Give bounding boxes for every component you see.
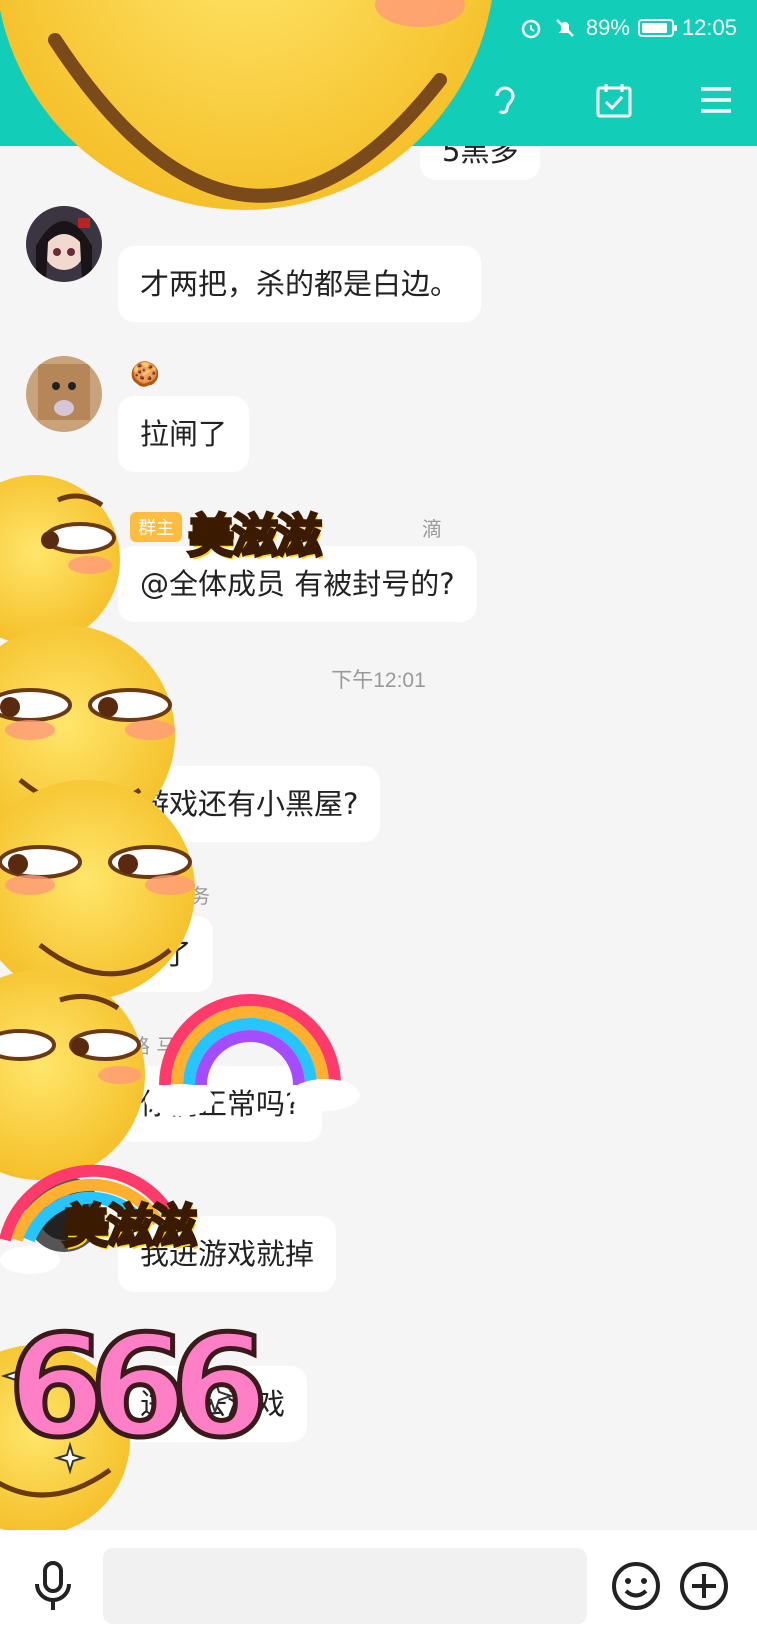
message-bubble[interactable]: 你们正常吗? [118, 1066, 323, 1142]
message-bubble[interactable]: G了 [118, 916, 214, 992]
ear-icon[interactable] [482, 78, 526, 122]
emoji-icon[interactable] [610, 1560, 662, 1612]
calendar-check-icon[interactable] [592, 78, 636, 122]
owner-badge: 群主 [130, 512, 182, 542]
six-six-six-sticker: 666 [5, 1306, 270, 1469]
alarm-icon [518, 15, 544, 41]
message-input[interactable] [103, 1548, 587, 1624]
mute-icon [552, 15, 578, 41]
clock: 12:05 [681, 15, 737, 40]
battery-percent: 89% [585, 15, 630, 40]
menu-icon[interactable] [694, 78, 738, 122]
message-bubble[interactable]: 才两把，杀的都是白边。 [118, 246, 482, 322]
message-bubble[interactable]: 5黑多 [420, 146, 541, 180]
battery-icon [637, 19, 677, 37]
status-bar: 89% 12:05 [518, 10, 737, 46]
message-bubble[interactable]: 拉闸了 [118, 396, 250, 472]
sender-name-text: 滴 [422, 516, 442, 541]
meizizi-sticker: 美滋滋 [187, 508, 324, 565]
timestamp: 下午12:01 [331, 669, 426, 692]
microphone-icon[interactable] [30, 1560, 76, 1612]
avatar[interactable] [26, 356, 102, 432]
add-icon[interactable] [678, 1560, 730, 1612]
avatar[interactable] [26, 206, 102, 282]
sender-name: 务 [190, 884, 210, 908]
header-bar: 89% 12:05 [0, 0, 757, 146]
input-bar [0, 1530, 757, 1641]
meizizi-sticker: 美滋滋 [62, 1198, 199, 1255]
sender-name: 🍪 [130, 360, 160, 388]
message-bubble[interactable]: 游戏还有小黑屋? [118, 766, 381, 842]
sender-name: 路 马 [130, 1034, 177, 1058]
